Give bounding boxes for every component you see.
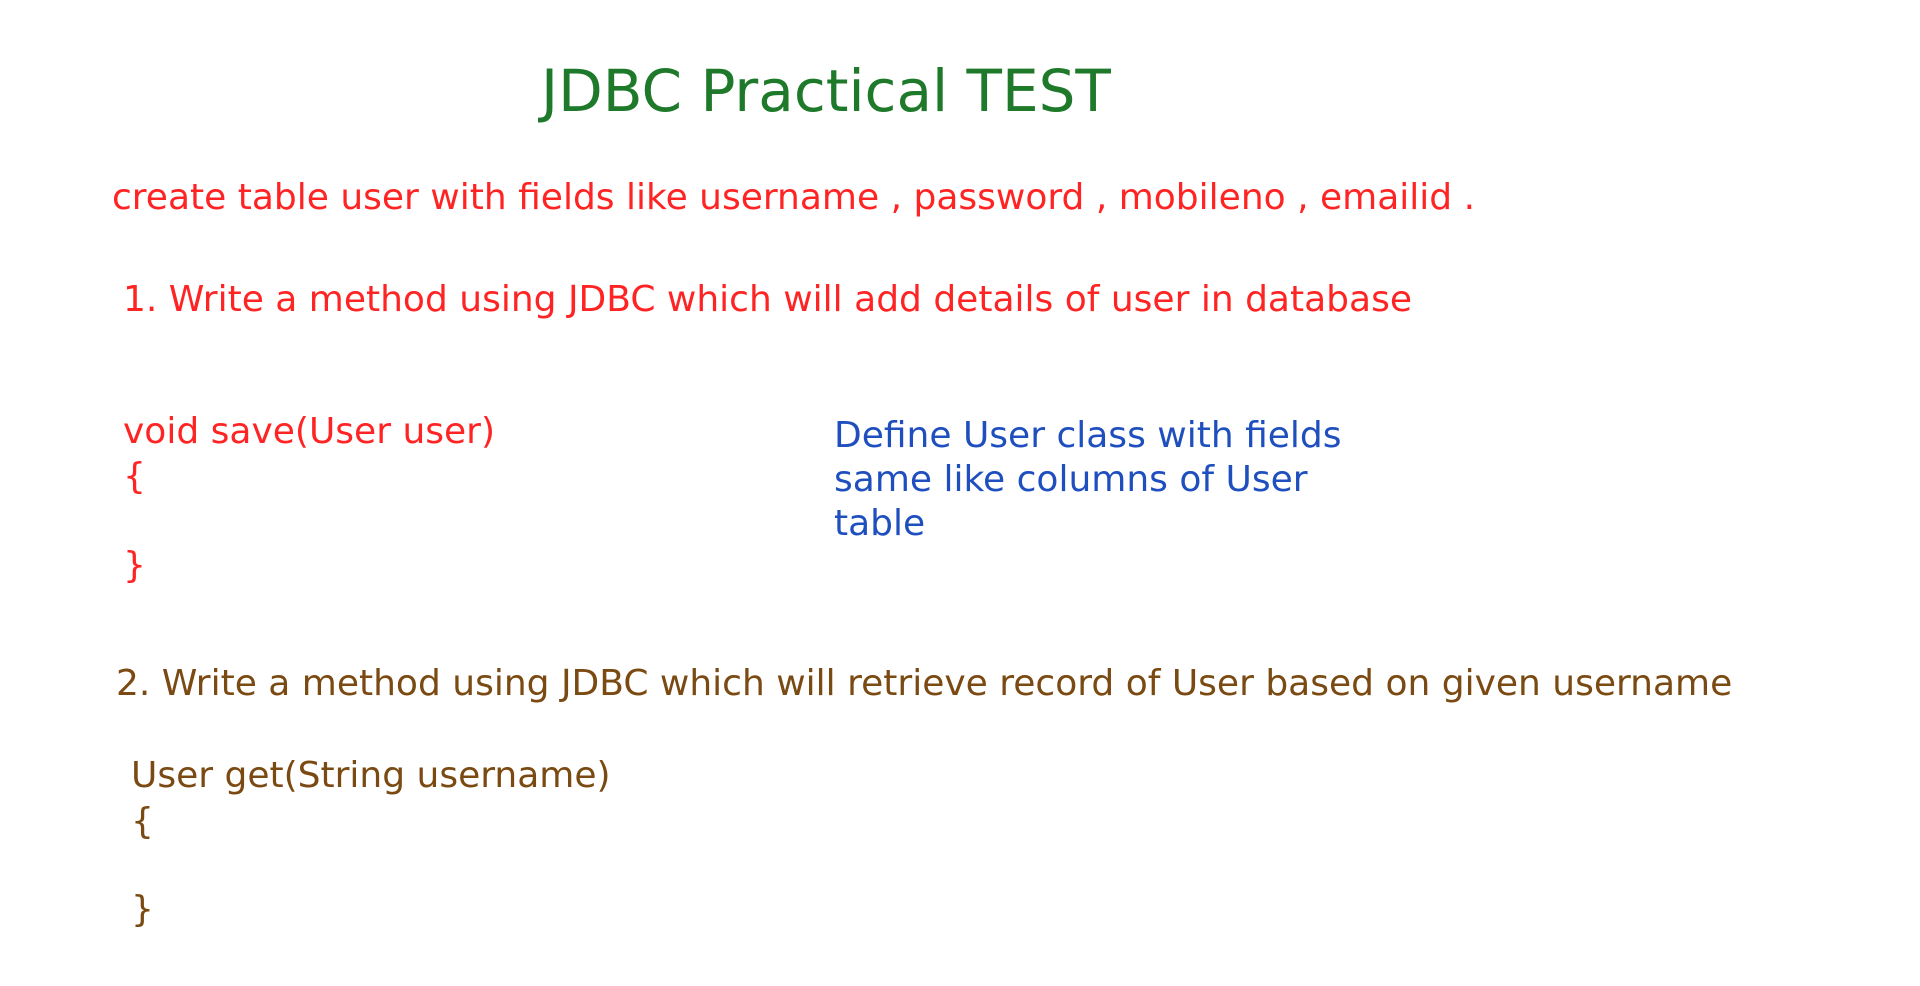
user-class-note-line-2: same like columns of User: [834, 459, 1308, 500]
slide-title: JDBC Practical TEST: [541, 57, 1111, 125]
question-1-text: 1. Write a method using JDBC which will …: [123, 279, 1412, 320]
get-method-signature: User get(String username): [131, 755, 611, 796]
save-method-open-brace: {: [123, 456, 146, 497]
save-method-close-brace: }: [123, 545, 146, 586]
user-class-note-line-3: table: [834, 503, 926, 544]
get-method-open-brace: {: [131, 801, 154, 842]
slide-canvas: JDBC Practical TEST create table user wi…: [0, 0, 1920, 986]
save-method-signature: void save(User user): [123, 411, 496, 452]
user-class-note-line-1: Define User class with fields: [834, 415, 1342, 456]
user-class-note: Define User class with fields same like …: [834, 414, 1394, 546]
intro-text: create table user with fields like usern…: [112, 177, 1476, 218]
get-method-close-brace: }: [131, 889, 154, 930]
question-2-text: 2. Write a method using JDBC which will …: [116, 663, 1733, 704]
